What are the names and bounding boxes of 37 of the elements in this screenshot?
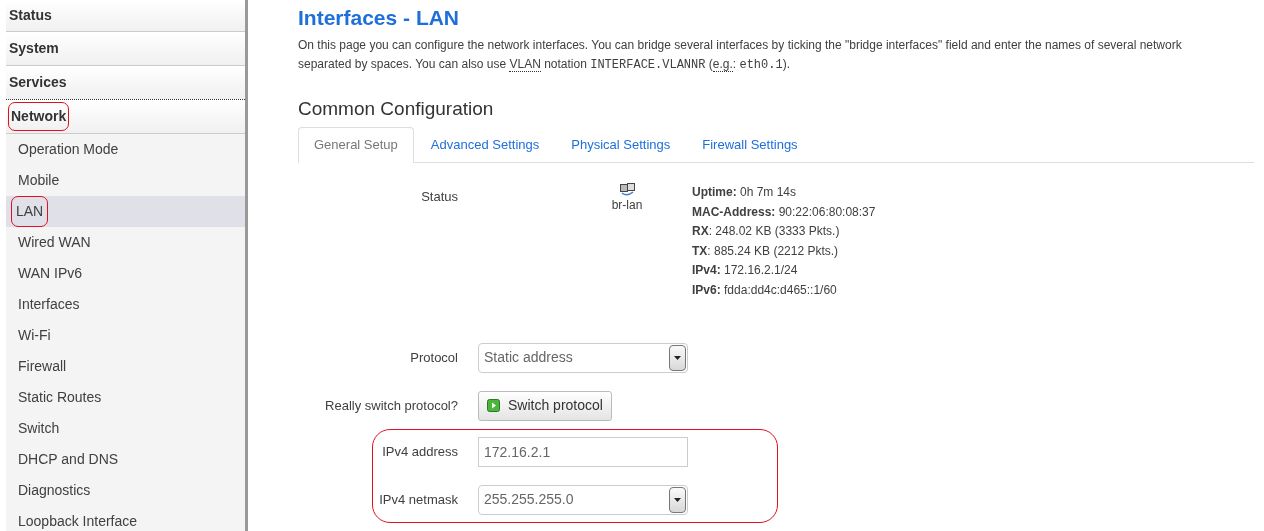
sidebar-item[interactable]: Operation Mode xyxy=(6,134,245,165)
field-label: IPv4 address xyxy=(381,442,459,461)
tab[interactable]: Advanced Settings xyxy=(415,127,555,162)
input-field[interactable]: 172.16.2.1 xyxy=(478,436,688,467)
status-line: IPv6: fdda:dd4c:d465::1/60 xyxy=(692,281,838,299)
device-name: br-lan xyxy=(611,197,643,214)
tab[interactable]: Firewall Settings xyxy=(687,127,813,162)
sidebar-item[interactable]: Firewall xyxy=(6,351,245,382)
sidebar-item[interactable]: Mobile xyxy=(6,165,245,196)
sidebar-item[interactable]: DHCP and DNS xyxy=(6,444,245,475)
select-field[interactable]: Static address xyxy=(478,342,688,373)
sidebar-item[interactable]: Diagnostics xyxy=(6,475,245,506)
sidebar-item[interactable]: Switch xyxy=(6,413,245,444)
field-label: Protocol xyxy=(409,348,459,367)
sidebar-section[interactable]: Network xyxy=(6,100,245,134)
sidebar-item[interactable]: WAN IPv6 xyxy=(6,258,245,289)
description-text: On this page you can configure the network interfaces. You can bridge several interfaces by ticking the "bridge interfaces" field and enter the names of several network separated by spaces. You can also use VLAN notation INTERFACE.VLANNR (e.g.: eth0.1). xyxy=(298,37,1183,74)
tab[interactable]: General Setup xyxy=(298,127,414,163)
status-line: Uptime: 0h 7m 14s xyxy=(692,184,798,201)
status-line: TX: 885.24 KB (2212 Pkts.) xyxy=(692,242,840,260)
field-label: Status xyxy=(420,188,459,206)
tab[interactable]: Physical Settings xyxy=(556,127,686,162)
select-field[interactable]: 255.255.255.0 xyxy=(478,484,688,515)
switch-protocol-button[interactable]: Switch protocol xyxy=(478,390,612,421)
field-label: Really switch protocol? xyxy=(324,396,459,415)
page-title: Interfaces - LAN xyxy=(298,5,461,31)
sidebar-item[interactable]: Loopback Interface xyxy=(6,506,245,531)
section-title: Common Configuration xyxy=(298,97,495,121)
status-line: RX: 248.02 KB (3333 Pkts.) xyxy=(692,223,841,241)
sidebar-item[interactable]: Static Routes xyxy=(6,382,245,413)
field-label: IPv4 netmask xyxy=(378,490,459,509)
sidebar-item[interactable]: Interfaces xyxy=(6,289,245,320)
status-line: IPv4: 172.16.2.1/24 xyxy=(692,262,799,280)
sidebar-item[interactable]: Wired WAN xyxy=(6,227,245,258)
sidebar-item[interactable]: LAN xyxy=(6,196,245,227)
sidebar-item[interactable]: Wi-Fi xyxy=(6,320,245,351)
status-line: MAC-Address: 90:22:06:80:08:37 xyxy=(692,203,876,221)
